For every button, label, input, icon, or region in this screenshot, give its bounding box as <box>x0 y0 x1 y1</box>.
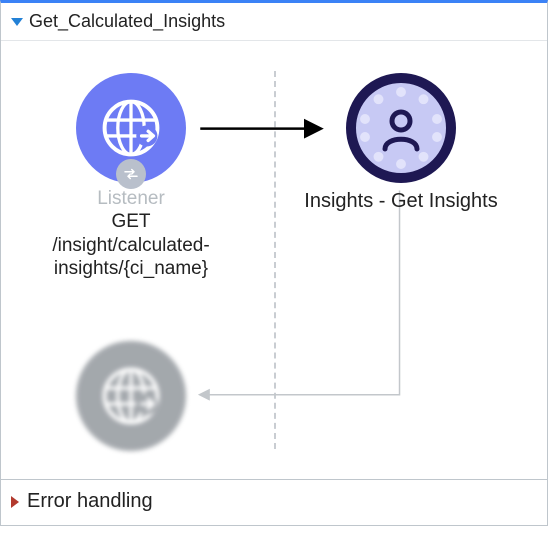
node-response[interactable] <box>31 341 231 457</box>
insights-icon-wrap <box>346 73 456 183</box>
error-handling-header[interactable]: Error handling <box>1 480 547 525</box>
user-circle-icon <box>346 73 456 183</box>
insights-title: Insights - Get Insights <box>301 189 501 214</box>
lane-divider <box>274 71 276 449</box>
node-listener[interactable]: Listener GET /insight/calculated-insight… <box>31 73 231 281</box>
error-handling-title: Error handling <box>27 490 153 513</box>
node-insights[interactable]: Insights - Get Insights <box>301 73 501 214</box>
response-icon-wrap <box>76 341 186 451</box>
panel-title: Get_Calculated_Insights <box>29 11 225 32</box>
flow-panel: Get_Calculated_Insights <box>0 0 548 526</box>
listener-icon-wrap <box>76 73 186 183</box>
listener-title: Listener <box>31 189 231 210</box>
globe-arrow-icon <box>76 341 186 451</box>
caret-down-icon <box>11 18 23 26</box>
flow-canvas[interactable]: Listener GET /insight/calculated-insight… <box>1 40 547 480</box>
listener-subtitle: GET /insight/calculated-insights/{ci_nam… <box>31 210 231 281</box>
swap-icon <box>116 159 146 189</box>
caret-right-icon <box>11 496 19 508</box>
panel-header[interactable]: Get_Calculated_Insights <box>1 3 547 40</box>
